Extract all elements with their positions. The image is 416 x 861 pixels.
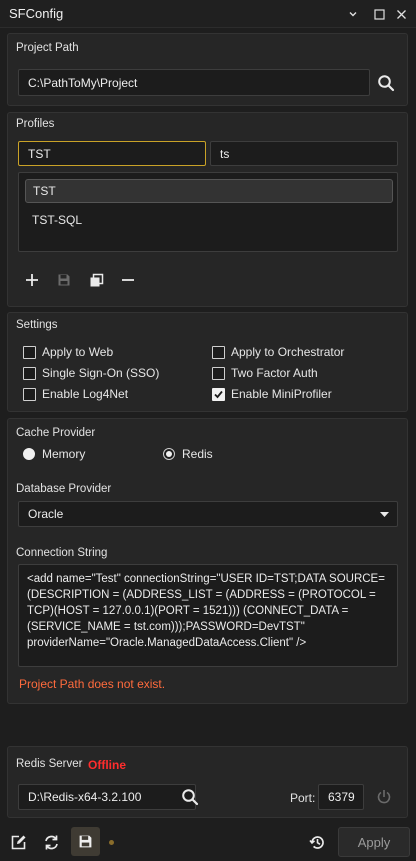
- power-icon[interactable]: [372, 785, 396, 809]
- checkbox-label: Single Sign-On (SSO): [42, 366, 160, 380]
- checkbox-box: [23, 387, 36, 401]
- checkbox-box: [212, 387, 225, 401]
- project-path-group: Project Path C:\PathToMy\Project: [7, 33, 408, 106]
- connection-string-label: Connection String: [16, 547, 108, 559]
- radio-label: Memory: [42, 447, 86, 461]
- redis-radio[interactable]: Redis: [163, 447, 213, 461]
- title-bar: SFConfig: [0, 0, 416, 28]
- checkbox-label: Enable MiniProfiler: [231, 387, 332, 401]
- chevron-down-icon[interactable]: [344, 5, 362, 23]
- settings-group: Settings Apply to Web Apply to Orchestra…: [7, 312, 408, 412]
- maximize-icon[interactable]: [370, 5, 388, 23]
- checkbox-label: Apply to Orchestrator: [231, 345, 345, 359]
- history-icon[interactable]: [305, 831, 329, 853]
- error-message: Project Path does not exist.: [19, 677, 166, 691]
- apply-to-web-checkbox[interactable]: Apply to Web: [23, 345, 113, 359]
- memory-radio[interactable]: Memory: [23, 447, 85, 461]
- save-icon: [79, 835, 92, 848]
- sso-checkbox[interactable]: Single Sign-On (SSO): [23, 366, 159, 380]
- radio-button: [23, 448, 35, 460]
- redis-path-input[interactable]: D:\Redis-x64-3.2.100: [18, 784, 196, 810]
- caret-down-icon: [380, 507, 389, 521]
- list-item[interactable]: TST: [25, 179, 393, 203]
- remove-icon[interactable]: [118, 270, 138, 290]
- radio-button: [163, 448, 175, 460]
- database-provider-label: Database Provider: [16, 483, 112, 495]
- search-icon[interactable]: [178, 786, 202, 808]
- refresh-icon[interactable]: [40, 831, 62, 853]
- database-provider-select[interactable]: Oracle: [18, 501, 398, 527]
- checkbox-box: [23, 345, 36, 359]
- save-button[interactable]: [71, 827, 100, 856]
- redis-port-input[interactable]: 6379: [318, 784, 364, 810]
- list-item-label: TST: [33, 184, 56, 198]
- profiles-list[interactable]: TST TST-SQL: [18, 172, 398, 252]
- redis-server-label: Redis Server: [16, 758, 83, 770]
- save-icon[interactable]: [54, 270, 74, 290]
- checkbox-label: Enable Log4Net: [42, 387, 129, 401]
- profile-name-input[interactable]: TST: [18, 141, 206, 166]
- unsaved-dot-icon: [109, 840, 114, 845]
- list-item[interactable]: TST-SQL: [25, 208, 393, 232]
- enable-log4net-checkbox[interactable]: Enable Log4Net: [23, 387, 128, 401]
- port-label: Port:: [290, 791, 316, 805]
- profiles-label: Profiles: [16, 118, 55, 130]
- profile-secondary-input[interactable]: ts: [210, 141, 398, 166]
- close-icon[interactable]: [392, 5, 410, 23]
- list-item-label: TST-SQL: [32, 213, 83, 227]
- checkbox-label: Two Factor Auth: [231, 366, 318, 380]
- checkbox-box: [23, 366, 36, 380]
- edit-icon[interactable]: [7, 831, 29, 853]
- cache-provider-label: Cache Provider: [16, 427, 96, 439]
- enable-miniprofiler-checkbox[interactable]: Enable MiniProfiler: [212, 387, 332, 401]
- search-icon[interactable]: [374, 71, 398, 95]
- two-factor-auth-checkbox[interactable]: Two Factor Auth: [212, 366, 318, 380]
- select-value: Oracle: [28, 507, 64, 521]
- project-path-label: Project Path: [16, 42, 79, 54]
- apply-to-orchestrator-checkbox[interactable]: Apply to Orchestrator: [212, 345, 344, 359]
- apply-button[interactable]: Apply: [338, 827, 410, 857]
- checkbox-box: [212, 345, 225, 359]
- profiles-group: Profiles TST ts TST TST-SQL: [7, 112, 408, 307]
- checkbox-box: [212, 366, 225, 380]
- radio-label: Redis: [182, 447, 213, 461]
- copy-icon[interactable]: [86, 270, 106, 290]
- redis-status-badge: Offline: [88, 758, 126, 772]
- project-path-input[interactable]: C:\PathToMy\Project: [18, 69, 370, 96]
- provider-group: Cache Provider Memory Redis Database Pro…: [7, 418, 408, 704]
- redis-server-group: Redis Server Offline D:\Redis-x64-3.2.10…: [7, 746, 408, 818]
- settings-label: Settings: [16, 319, 58, 331]
- window-title: SFConfig: [9, 6, 64, 21]
- add-icon[interactable]: [22, 270, 42, 290]
- checkbox-label: Apply to Web: [42, 345, 114, 359]
- connection-string-textarea[interactable]: <add name="Test" connectionString="USER …: [18, 564, 398, 667]
